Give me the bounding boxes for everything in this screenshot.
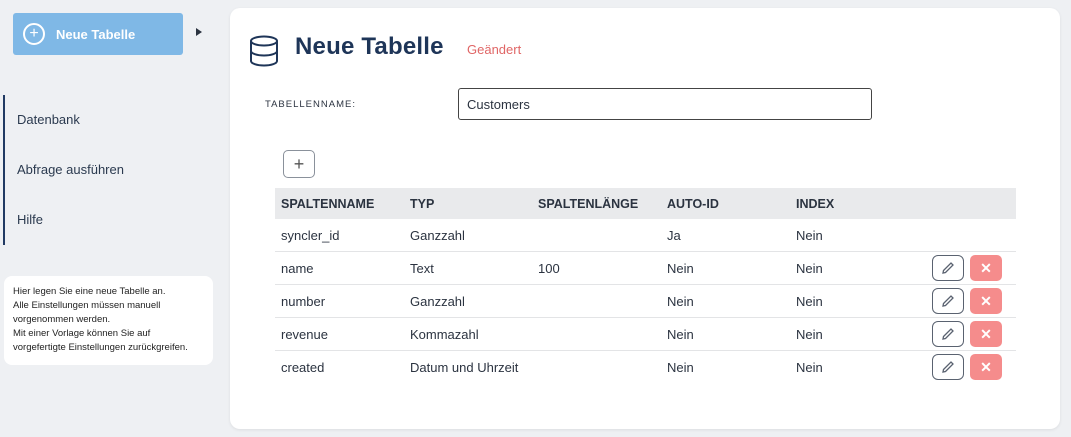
help-text-line: Mit einer Vorlage können Sie auf (13, 328, 151, 339)
cell-name: syncler_id (275, 219, 404, 252)
edit-button[interactable] (932, 354, 964, 380)
table-name-label: TABELLENNAME: (265, 99, 356, 110)
cell-length (532, 351, 661, 384)
delete-button[interactable]: ✕ (970, 321, 1002, 347)
pencil-icon (942, 361, 954, 373)
status-label: Geändert (467, 42, 522, 57)
cell-auto-id: Ja (661, 219, 790, 252)
delete-button[interactable]: ✕ (970, 354, 1002, 380)
cell-type: Text (404, 251, 532, 285)
cell-length: 100 (532, 251, 661, 285)
table-row: syncler_id Ganzzahl Ja Nein (275, 219, 1016, 252)
table-header-row: SPALTENNAME TYP SPALTENLÄNGE AUTO-ID IND… (275, 188, 1016, 219)
add-column-button[interactable]: + (283, 150, 315, 178)
cell-type: Ganzzahl (404, 284, 532, 318)
sidebar-item-abfrage[interactable]: Abfrage ausführen (17, 162, 124, 177)
pencil-icon (942, 262, 954, 274)
header-actions (896, 188, 1016, 219)
expand-arrow-icon[interactable] (196, 28, 202, 36)
new-table-button[interactable]: + Neue Tabelle (13, 13, 183, 55)
cell-index: Nein (796, 359, 823, 375)
close-icon: ✕ (980, 358, 992, 375)
table-row: name Text 100 Nein Nein ✕ (275, 251, 1016, 285)
columns-table: SPALTENNAME TYP SPALTENLÄNGE AUTO-ID IND… (275, 188, 1016, 383)
header-spaltenlaenge: SPALTENLÄNGE (538, 196, 639, 211)
close-icon: ✕ (980, 325, 992, 342)
help-text-line: Hier legen Sie eine neue Tabelle an. (13, 286, 166, 297)
table-row: number Ganzzahl Nein Nein ✕ (275, 284, 1016, 318)
cell-auto-id: Nein (661, 251, 790, 285)
cell-index: Nein (790, 251, 896, 285)
delete-button[interactable]: ✕ (970, 288, 1002, 314)
edit-button[interactable] (932, 288, 964, 314)
cell-actions: ✕ (896, 317, 1016, 351)
plus-icon: + (293, 153, 305, 174)
cell-actions: ✕ (896, 251, 1016, 285)
sidebar-item-datenbank[interactable]: Datenbank (17, 112, 80, 127)
cell-length (532, 284, 661, 318)
cell-auto-id: Nein (667, 359, 694, 375)
cell-length (532, 219, 661, 252)
table-row: created Datum und Uhrzeit Nein Nein ✕ (275, 351, 1016, 384)
edit-button[interactable] (932, 255, 964, 281)
cell-name: number (275, 284, 404, 318)
header-typ: TYP (410, 196, 435, 211)
database-icon (250, 35, 278, 67)
new-table-button-label: Neue Tabelle (56, 26, 136, 42)
cell-name: revenue (275, 317, 404, 351)
cell-actions: ✕ (896, 351, 1016, 384)
delete-button[interactable]: ✕ (970, 255, 1002, 281)
help-text-line: vorgefertigte Einstellungen zurückgreife… (13, 342, 188, 353)
cell-type: Ganzzahl (404, 219, 532, 252)
cell-type: Kommazahl (404, 317, 532, 351)
cell-actions (896, 219, 1016, 252)
help-text-line: vorgenommen werden. (13, 314, 111, 325)
cell-type: Datum und Uhrzeit (410, 359, 519, 375)
plus-circle-icon: + (23, 23, 45, 45)
header-index: INDEX (796, 196, 835, 211)
cell-index: Nein (790, 284, 896, 318)
cell-name: created (281, 359, 325, 375)
table-name-input[interactable] (458, 88, 872, 120)
close-icon: ✕ (980, 292, 992, 309)
help-text-line: Alle Einstellungen müssen manuell (13, 300, 161, 311)
help-box: Hier legen Sie eine neue Tabelle an. All… (4, 276, 213, 365)
header-spaltenname: SPALTENNAME (281, 196, 375, 211)
cell-index: Nein (790, 219, 896, 252)
sidebar-nav: Datenbank Abfrage ausführen Hilfe (3, 95, 195, 245)
cell-name: name (275, 251, 404, 285)
pencil-icon (942, 328, 954, 340)
cell-length (532, 317, 661, 351)
cell-auto-id: Nein (661, 317, 790, 351)
table-row: revenue Kommazahl Nein Nein ✕ (275, 317, 1016, 351)
cell-actions: ✕ (896, 284, 1016, 318)
main-card: Neue Tabelle Geändert TABELLENNAME: + SP… (230, 8, 1060, 429)
edit-button[interactable] (932, 321, 964, 347)
header-auto-id: AUTO-ID (667, 196, 719, 211)
close-icon: ✕ (980, 259, 992, 276)
page-title: Neue Tabelle (295, 33, 444, 60)
sidebar-item-hilfe[interactable]: Hilfe (17, 212, 43, 227)
cell-index: Nein (790, 317, 896, 351)
cell-auto-id: Nein (661, 284, 790, 318)
pencil-icon (942, 295, 954, 307)
